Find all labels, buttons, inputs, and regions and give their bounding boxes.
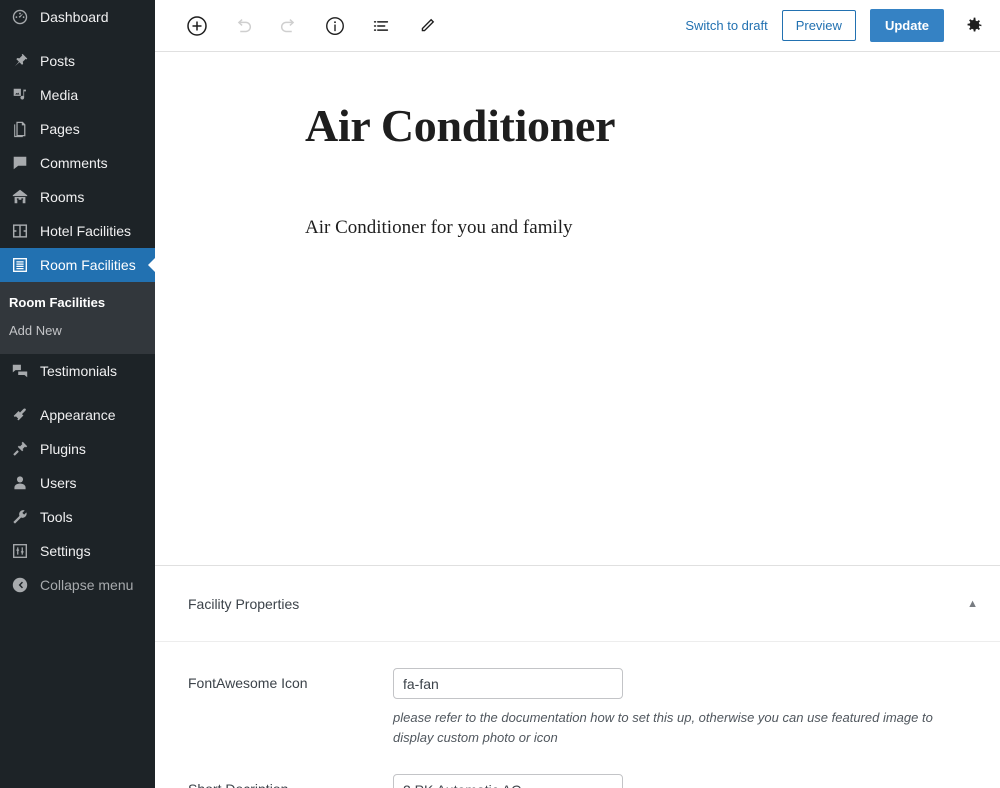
wordpress-admin-screen: Dashboard Posts Media Pages Comments Roo…: [0, 0, 1000, 788]
sidebar-item-pages[interactable]: Pages: [0, 112, 155, 146]
submenu-item-add-new[interactable]: Add New: [0, 317, 155, 345]
field-label: Short Decription: [188, 774, 393, 788]
short-description-input[interactable]: [393, 774, 623, 788]
sidebar-item-settings[interactable]: Settings: [0, 534, 155, 568]
toolbar-right-group: Switch to draft Preview Update: [685, 9, 988, 42]
toolbar-left-group: [179, 8, 445, 44]
sidebar-item-comments[interactable]: Comments: [0, 146, 155, 180]
sidebar-item-label: Users: [40, 475, 77, 491]
facility-properties-metabox: Facility Properties ▲ FontAwesome Icon p…: [155, 565, 1000, 788]
edit-pencil-button[interactable]: [409, 8, 445, 44]
sidebar-item-label: Tools: [40, 509, 73, 525]
sidebar-separator: [0, 388, 155, 398]
sidebar-item-rooms[interactable]: Rooms: [0, 180, 155, 214]
sidebar-item-hotel-facilities[interactable]: Hotel Facilities: [0, 214, 155, 248]
testimonials-icon: [9, 361, 31, 381]
details-info-button[interactable]: [317, 8, 353, 44]
pages-icon: [9, 119, 31, 139]
sidebar-item-collapse-menu[interactable]: Collapse menu: [0, 568, 155, 602]
sidebar-item-label: Dashboard: [40, 9, 109, 25]
editor-canvas: Air Conditioner Air Conditioner for you …: [155, 52, 1000, 565]
sidebar-item-label: Rooms: [40, 189, 85, 205]
sidebar-item-media[interactable]: Media: [0, 78, 155, 112]
plugins-icon: [9, 439, 31, 459]
users-icon: [9, 473, 31, 493]
sidebar-item-label: Media: [40, 87, 79, 103]
gear-icon[interactable]: [958, 11, 988, 41]
metabox-header: Facility Properties ▲: [155, 566, 1000, 642]
editor-toolbar: Switch to draft Preview Update: [155, 0, 1000, 52]
fontawesome-icon-input[interactable]: [393, 668, 623, 699]
sidebar-item-dashboard[interactable]: Dashboard: [0, 0, 155, 34]
pin-icon: [9, 51, 31, 71]
sidebar-item-users[interactable]: Users: [0, 466, 155, 500]
post-paragraph-block[interactable]: Air Conditioner for you and family: [155, 153, 1000, 243]
submenu-item-room-facilities[interactable]: Room Facilities: [0, 289, 155, 317]
settings-icon: [9, 541, 31, 561]
undo-button[interactable]: [225, 8, 261, 44]
collapse-icon: [9, 575, 31, 595]
field-control: About this room facility: [393, 774, 1000, 788]
sidebar-item-label: Hotel Facilities: [40, 223, 132, 239]
field-row-fontawesome-icon: FontAwesome Icon please refer to the doc…: [155, 642, 1000, 748]
field-row-short-description: Short Decription About this room facilit…: [155, 748, 1000, 788]
sidebar-item-appearance[interactable]: Appearance: [0, 398, 155, 432]
sidebar-item-label: Room Facilities: [40, 257, 136, 273]
rooms-icon: [9, 187, 31, 207]
sidebar-item-label: Appearance: [40, 407, 116, 423]
tools-icon: [9, 507, 31, 527]
preview-button[interactable]: Preview: [781, 10, 856, 41]
sidebar-item-label: Comments: [40, 155, 108, 171]
redo-button[interactable]: [271, 8, 307, 44]
sidebar-item-label: Testimonials: [40, 363, 118, 379]
appearance-icon: [9, 405, 31, 425]
list-view-button[interactable]: [363, 8, 399, 44]
dashboard-icon: [9, 7, 31, 27]
sidebar-item-label: Settings: [40, 543, 91, 559]
switch-to-draft-link[interactable]: Switch to draft: [685, 18, 767, 33]
sidebar-submenu-room-facilities: Room Facilities Add New: [0, 282, 155, 354]
sidebar-item-tools[interactable]: Tools: [0, 500, 155, 534]
metabox-title: Facility Properties: [188, 595, 300, 612]
sidebar-item-room-facilities[interactable]: Room Facilities: [0, 248, 155, 282]
field-label: FontAwesome Icon: [188, 675, 308, 691]
chevron-up-icon[interactable]: ▲: [957, 592, 988, 616]
comments-icon: [9, 153, 31, 173]
add-block-button[interactable]: [179, 8, 215, 44]
editor-main: Switch to draft Preview Update Air Condi…: [155, 0, 1000, 788]
sidebar-item-plugins[interactable]: Plugins: [0, 432, 155, 466]
room-facilities-icon: [9, 255, 31, 275]
sidebar-item-label: Posts: [40, 53, 76, 69]
media-icon: [9, 85, 31, 105]
sidebar-item-label: Collapse menu: [40, 577, 134, 593]
sidebar-separator: [0, 34, 155, 44]
sidebar-item-posts[interactable]: Posts: [0, 44, 155, 78]
post-title[interactable]: Air Conditioner: [155, 62, 1000, 153]
hotel-facilities-icon: [9, 221, 31, 241]
sidebar-item-testimonials[interactable]: Testimonials: [0, 354, 155, 388]
admin-sidebar: Dashboard Posts Media Pages Comments Roo…: [0, 0, 155, 788]
sidebar-item-label: Plugins: [40, 441, 86, 457]
update-button[interactable]: Update: [869, 9, 944, 42]
field-control: please refer to the documentation how to…: [393, 668, 1000, 748]
sidebar-item-label: Pages: [40, 121, 80, 137]
field-help-text: please refer to the documentation how to…: [393, 710, 933, 746]
